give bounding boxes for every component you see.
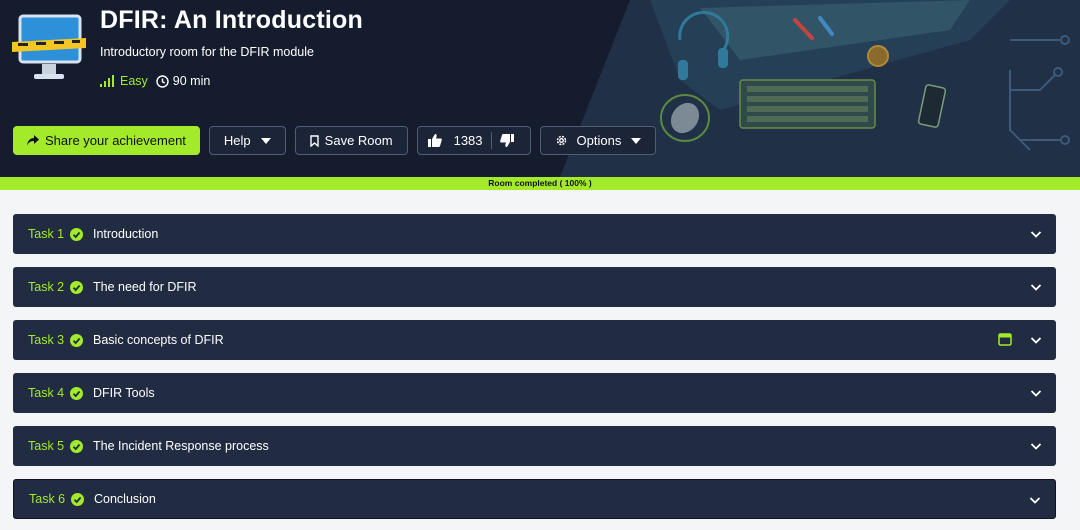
room-icon xyxy=(12,14,86,79)
room-actions: Share your achievement Help Save Room 13… xyxy=(13,126,657,156)
options-button[interactable]: Options xyxy=(539,126,657,155)
task-row[interactable]: Task 2 The need for DFIR xyxy=(13,267,1056,307)
task-title: Introduction xyxy=(93,227,159,241)
check-circle-icon xyxy=(70,227,83,241)
chevron-down-icon[interactable] xyxy=(1030,387,1042,399)
help-button[interactable]: Help xyxy=(208,126,286,155)
task-title: Conclusion xyxy=(94,492,156,506)
check-circle-icon xyxy=(71,492,84,506)
check-circle-icon xyxy=(70,386,83,400)
duration-label: 90 min xyxy=(172,74,211,88)
likes-count: 1383 xyxy=(453,133,483,148)
caret-down-icon xyxy=(631,137,642,144)
bookmark-icon xyxy=(309,134,319,147)
chevron-down-icon[interactable] xyxy=(1030,440,1042,452)
signal-bars-icon xyxy=(100,75,114,87)
task-number: Task 6 xyxy=(29,492,66,506)
task-row[interactable]: Task 1 Introduction xyxy=(13,214,1056,254)
save-room-button[interactable]: Save Room xyxy=(294,126,408,155)
chevron-down-icon[interactable] xyxy=(1030,281,1042,293)
task-title: The need for DFIR xyxy=(93,280,197,294)
chevron-down-icon[interactable] xyxy=(1030,228,1042,240)
share-icon xyxy=(27,135,39,146)
help-label: Help xyxy=(223,133,251,148)
task-number: Task 4 xyxy=(28,386,65,400)
progress-label: Room completed ( 100% ) xyxy=(488,178,592,188)
thumbs-up-icon[interactable] xyxy=(427,134,442,147)
save-room-label: Save Room xyxy=(324,133,393,148)
room-progress-bar: Room completed ( 100% ) xyxy=(0,177,1080,190)
caret-down-icon xyxy=(260,137,271,144)
task-title: Basic concepts of DFIR xyxy=(93,333,224,347)
share-achievement-label: Share your achievement xyxy=(45,133,186,148)
task-row[interactable]: Task 3 Basic concepts of DFIR xyxy=(13,320,1056,360)
share-achievement-button[interactable]: Share your achievement xyxy=(13,126,200,155)
machine-icon[interactable] xyxy=(998,333,1012,346)
clock-icon xyxy=(156,74,169,88)
task-list: Task 1 Introduction Task 2 The need for … xyxy=(13,214,1056,530)
check-circle-icon xyxy=(70,280,83,294)
page-title: DFIR: An Introduction xyxy=(100,6,363,34)
difficulty-label: Easy xyxy=(120,74,148,88)
check-circle-icon xyxy=(70,333,83,347)
room-subtitle: Introductory room for the DFIR module xyxy=(100,45,314,59)
task-row[interactable]: Task 5 The Incident Response process xyxy=(13,426,1056,466)
gear-icon xyxy=(556,135,566,146)
task-number: Task 3 xyxy=(28,333,65,347)
task-number: Task 2 xyxy=(28,280,65,294)
room-header: DFIR: An Introduction Introductory room … xyxy=(0,0,1080,177)
task-row[interactable]: Task 6 Conclusion xyxy=(13,479,1056,519)
task-title: DFIR Tools xyxy=(93,386,155,400)
room-meta: Easy 90 min xyxy=(100,74,210,88)
chevron-down-icon[interactable] xyxy=(1029,494,1041,506)
thumbs-down-icon[interactable] xyxy=(499,134,514,147)
vote-divider xyxy=(490,132,492,149)
vote-group: 1383 xyxy=(416,126,531,155)
chevron-down-icon[interactable] xyxy=(1030,334,1042,346)
check-circle-icon xyxy=(70,439,83,453)
options-label: Options xyxy=(576,133,622,148)
task-number: Task 5 xyxy=(28,439,65,453)
task-title: The Incident Response process xyxy=(93,439,269,453)
task-row[interactable]: Task 4 DFIR Tools xyxy=(13,373,1056,413)
task-number: Task 1 xyxy=(28,227,65,241)
